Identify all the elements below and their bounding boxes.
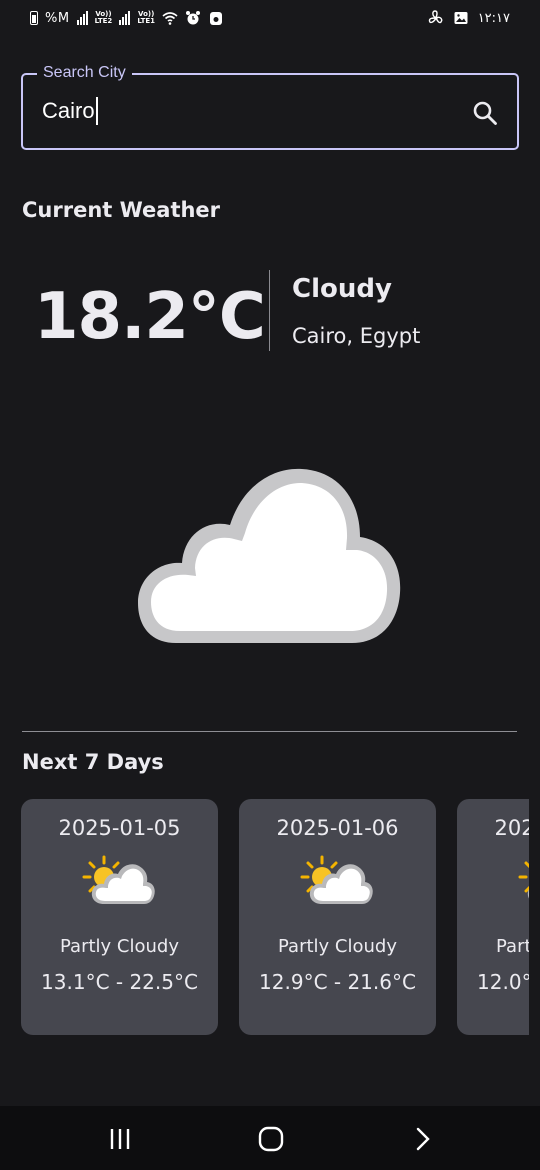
- forecast-temp-range: 12.0°C - 21.0°C: [477, 970, 529, 994]
- partly-cloudy-icon: [82, 855, 155, 904]
- battery-icon: [30, 11, 38, 25]
- forecast-cards: 2025-01-05 Partly Cloudy 13.1°C - 22.5°C…: [21, 799, 529, 1035]
- forecast-carousel[interactable]: 2025-01-05 Partly Cloudy 13.1°C - 22.5°C…: [21, 799, 529, 1035]
- clock: ١٢:١٧: [477, 10, 510, 26]
- fan-icon: [428, 10, 443, 24]
- current-location: Cairo, Egypt: [292, 324, 421, 348]
- system-nav-bar: [0, 1106, 540, 1170]
- gallery-icon: [454, 12, 468, 24]
- weather-app-screen: %M Vo)) LTE2 Vo)) LTE1 ١٢:١٧ Search City…: [0, 0, 540, 1170]
- search-city-label: Search City: [37, 64, 132, 82]
- forecast-card[interactable]: 2025-01-05 Partly Cloudy 13.1°C - 22.5°C: [21, 799, 218, 1035]
- forecast-card[interactable]: 2025-01-07 Partly Cloudy 12.0°C - 21.0°C: [457, 799, 529, 1035]
- search-input-value[interactable]: Cairo: [42, 98, 95, 124]
- status-bar-right: ١٢:١٧: [428, 10, 510, 26]
- partly-cloudy-icon: [300, 855, 373, 904]
- lte2-label: Vo)) LTE2: [94, 10, 113, 25]
- back-icon[interactable]: [408, 1124, 438, 1154]
- forecast-date: 2025-01-05: [58, 816, 181, 840]
- recents-icon[interactable]: [105, 1124, 135, 1154]
- status-bar-left: %M Vo)) LTE2 Vo)) LTE1: [30, 10, 224, 26]
- alarm-icon: [186, 11, 201, 25]
- cloud-icon: [138, 468, 401, 643]
- home-icon[interactable]: [256, 1124, 286, 1154]
- app-notification-icon: [210, 12, 223, 25]
- signal-icon: [76, 11, 88, 25]
- current-condition: Cloudy: [292, 274, 392, 304]
- search-input[interactable]: Cairo: [42, 97, 98, 125]
- forecast-date: 2025-01-07: [494, 816, 529, 840]
- search-city-field[interactable]: Search City Cairo: [21, 64, 519, 150]
- current-temperature: 18.2°C: [34, 280, 266, 354]
- forecast-card[interactable]: 2025-01-06 Partly Cloudy 12.9°C - 21.6°C: [239, 799, 436, 1035]
- forecast-condition: Partly Cloudy: [60, 936, 179, 957]
- forecast-title: Next 7 Days: [22, 750, 164, 774]
- partly-cloudy-icon: [518, 861, 529, 899]
- status-bar: %M Vo)) LTE2 Vo)) LTE1 ١٢:١٧: [0, 0, 540, 40]
- wifi-icon: [162, 12, 178, 25]
- lte1-label: Vo)) LTE1: [137, 10, 156, 25]
- forecast-condition: Partly Cloudy: [278, 936, 397, 957]
- current-weather-title: Current Weather: [22, 198, 221, 222]
- forecast-temp-range: 13.1°C - 22.5°C: [41, 970, 198, 994]
- forecast-condition: Partly Cloudy: [496, 936, 529, 957]
- battery-text: %M: [45, 10, 70, 26]
- temperature-divider: [269, 270, 270, 351]
- forecast-date: 2025-01-06: [276, 816, 399, 840]
- search-icon[interactable]: [471, 99, 499, 127]
- forecast-temp-range: 12.9°C - 21.6°C: [259, 970, 416, 994]
- text-cursor: [95, 97, 98, 125]
- section-divider: [22, 731, 517, 732]
- signal-icon: [119, 11, 131, 25]
